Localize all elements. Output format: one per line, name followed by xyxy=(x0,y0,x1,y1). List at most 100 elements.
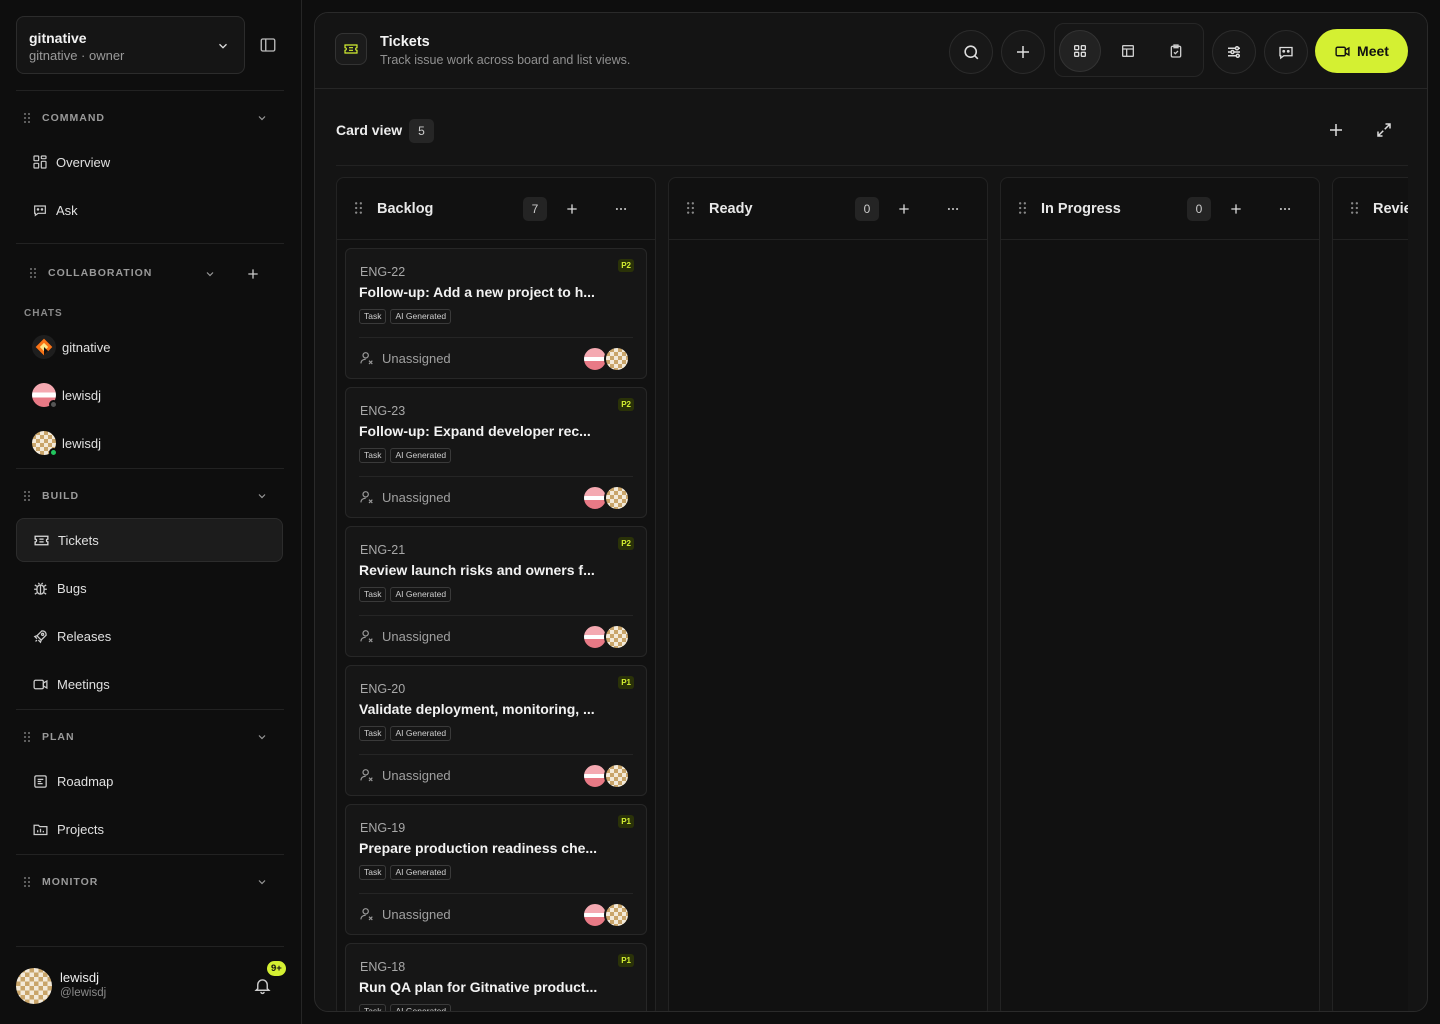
table-icon xyxy=(1120,43,1136,59)
chevron-down-icon[interactable] xyxy=(256,876,268,888)
ai-generated-tag: AI Generated xyxy=(390,865,452,880)
divider xyxy=(359,754,633,755)
ticket-card[interactable]: ENG-21 P2 Review launch risks and owners f… xyxy=(345,526,647,657)
drag-grip-icon[interactable] xyxy=(24,113,30,123)
ticket-title: Review launch risks and owners f... xyxy=(359,562,595,578)
ticket-tags: Task AI Generated xyxy=(359,1004,455,1011)
ticket-id: ENG-20 xyxy=(360,682,406,696)
table-view-button[interactable] xyxy=(1107,30,1149,72)
chat-item-lewisdj[interactable]: lewisdj xyxy=(32,429,101,457)
filters-button[interactable] xyxy=(1212,30,1256,74)
ticket-card[interactable]: ENG-22 P2 Follow-up: Add a new project to … xyxy=(345,248,647,379)
section-build[interactable]: BUILD xyxy=(24,486,79,506)
assignee[interactable]: Unassigned xyxy=(359,350,451,366)
section-monitor[interactable]: MONITOR xyxy=(24,872,98,892)
ticket-icon xyxy=(33,532,58,549)
assignee-label: Unassigned xyxy=(382,489,451,505)
ticket-card[interactable]: ENG-19 P1 Prepare production readiness che… xyxy=(345,804,647,935)
chat-item-gitnative[interactable]: gitnative xyxy=(32,333,110,361)
section-plan[interactable]: PLAN xyxy=(24,727,75,747)
chat-item-lewisdj[interactable]: lewisdj xyxy=(32,381,101,409)
drag-grip-icon[interactable] xyxy=(24,491,30,501)
create-button[interactable] xyxy=(1001,30,1045,74)
ticket-card[interactable]: ENG-20 P1 Validate deployment, monitoring,… xyxy=(345,665,647,796)
more-options-icon[interactable] xyxy=(613,202,629,216)
drag-grip-icon[interactable] xyxy=(687,202,694,214)
add-chat-icon[interactable] xyxy=(246,267,260,281)
type-tag: Task xyxy=(359,1004,387,1011)
add-ticket-icon[interactable] xyxy=(565,202,579,216)
workspace-subtitle: gitnative · owner xyxy=(29,48,125,63)
sidebar-item-meetings[interactable]: Meetings xyxy=(16,662,283,706)
meet-button[interactable]: Meet xyxy=(1315,29,1408,73)
drag-grip-icon[interactable] xyxy=(30,268,36,278)
workspace-switcher[interactable]: gitnative gitnative · owner xyxy=(16,16,245,74)
user-profile[interactable]: lewisdj @lewisdj xyxy=(16,966,286,1006)
sidebar-item-releases[interactable]: Releases xyxy=(16,614,283,658)
assignee[interactable]: Unassigned xyxy=(359,489,451,505)
column-title: Ready xyxy=(709,201,753,217)
more-options-icon[interactable] xyxy=(1277,202,1293,216)
view-count-badge: 5 xyxy=(409,119,434,143)
divider xyxy=(16,946,284,947)
avatar xyxy=(604,902,630,928)
drag-grip-icon[interactable] xyxy=(1019,202,1026,214)
column-header: Backlog 7 xyxy=(337,178,655,240)
drag-grip-icon[interactable] xyxy=(355,202,362,214)
chevron-down-icon[interactable] xyxy=(256,112,268,124)
ticket-tags: Task AI Generated xyxy=(359,726,455,741)
bell-icon[interactable] xyxy=(253,976,272,995)
section-collaboration[interactable]: COLLABORATION xyxy=(30,263,152,283)
sidebar-item-projects[interactable]: Projects xyxy=(16,807,283,851)
avatar-stack xyxy=(582,624,630,650)
sidebar-item-overview[interactable]: Overview xyxy=(16,140,283,184)
sidebar-item-tickets[interactable]: Tickets xyxy=(16,518,283,562)
drag-grip-icon[interactable] xyxy=(24,732,30,742)
assistant-button[interactable] xyxy=(1264,30,1308,74)
column-in-progress: In Progress 0 xyxy=(1000,177,1320,1011)
column-count-badge: 0 xyxy=(1187,197,1211,221)
column-ready: Ready 0 xyxy=(668,177,988,1011)
sidebar-item-roadmap[interactable]: Roadmap xyxy=(16,759,283,803)
ticket-card[interactable]: ENG-18 P1 Run QA plan for Gitnative produc… xyxy=(345,943,647,1011)
ai-generated-tag: AI Generated xyxy=(390,1004,452,1011)
assignee[interactable]: Unassigned xyxy=(359,767,451,783)
add-view-icon[interactable] xyxy=(1327,121,1345,139)
search-button[interactable] xyxy=(949,30,993,74)
add-ticket-icon[interactable] xyxy=(897,202,911,216)
divider xyxy=(359,615,633,616)
column-title: Revie xyxy=(1373,201,1408,217)
checklist-view-button[interactable] xyxy=(1155,30,1197,72)
section-label: PLAN xyxy=(42,731,75,743)
more-options-icon[interactable] xyxy=(945,202,961,216)
board-view-button[interactable] xyxy=(1059,30,1101,72)
drag-grip-icon[interactable] xyxy=(24,877,30,887)
ticket-title: Follow-up: Add a new project to h... xyxy=(359,284,595,300)
column-review: Revie xyxy=(1332,177,1408,1011)
drag-grip-icon[interactable] xyxy=(1351,202,1358,214)
divider xyxy=(16,468,284,469)
section-command[interactable]: COMMAND xyxy=(24,108,105,128)
divider xyxy=(359,893,633,894)
sidebar-item-bugs[interactable]: Bugs xyxy=(16,566,283,610)
avatar-stack xyxy=(582,763,630,789)
ai-generated-tag: AI Generated xyxy=(390,587,452,602)
chevron-down-icon[interactable] xyxy=(204,268,216,280)
bug-icon xyxy=(32,580,57,597)
ticket-card[interactable]: ENG-23 P2 Follow-up: Expand developer rec.… xyxy=(345,387,647,518)
search-icon xyxy=(962,43,981,62)
assignee[interactable]: Unassigned xyxy=(359,906,451,922)
priority-badge: P2 xyxy=(618,259,634,272)
chevron-down-icon[interactable] xyxy=(256,490,268,502)
assignee[interactable]: Unassigned xyxy=(359,628,451,644)
sidebar-toggle-icon[interactable] xyxy=(259,36,277,54)
ticket-id: ENG-19 xyxy=(360,821,406,835)
avatar-stack xyxy=(582,902,630,928)
column-backlog: Backlog 7 ENG-22 P2 Follow-up: Add a new p… xyxy=(336,177,656,1011)
expand-icon[interactable] xyxy=(1375,121,1393,139)
overview-grid-icon xyxy=(32,154,56,170)
ticket-id: ENG-23 xyxy=(360,404,406,418)
add-ticket-icon[interactable] xyxy=(1229,202,1243,216)
sidebar-item-ask[interactable]: Ask xyxy=(16,188,283,232)
chevron-down-icon[interactable] xyxy=(256,731,268,743)
